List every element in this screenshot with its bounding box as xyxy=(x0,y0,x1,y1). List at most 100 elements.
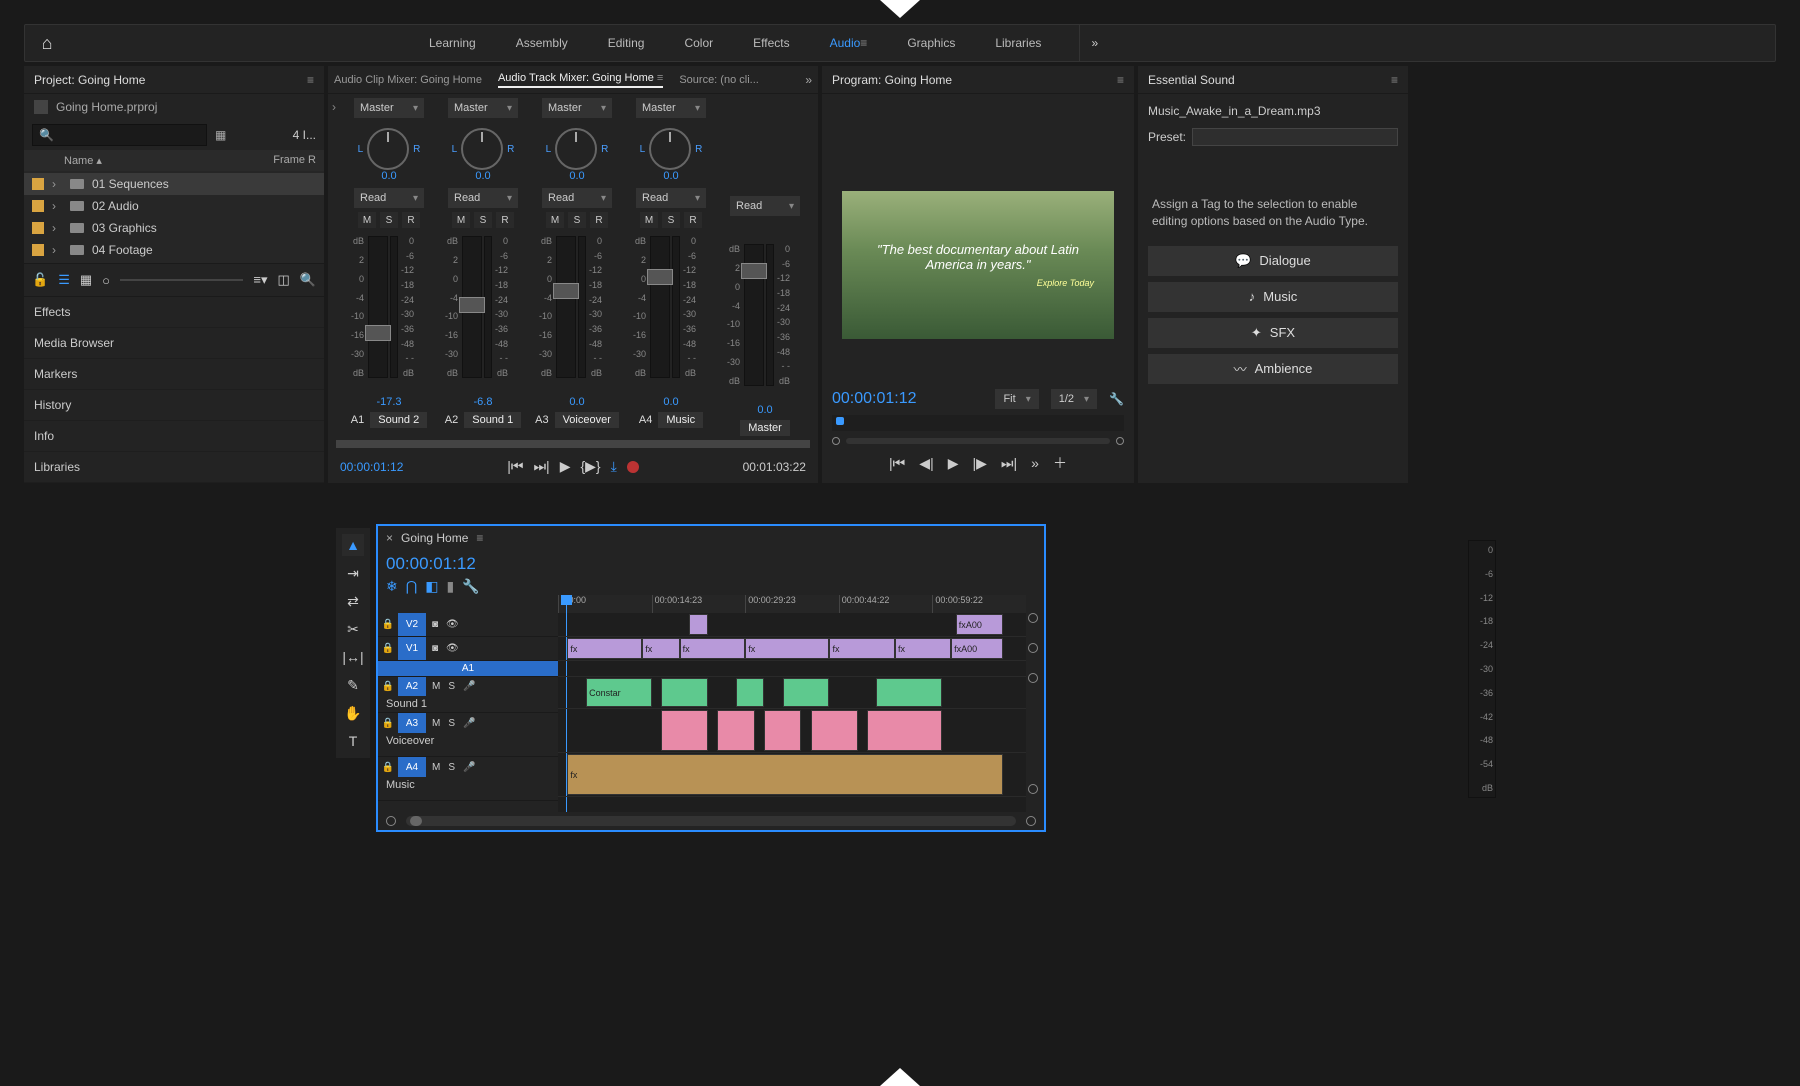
pan-knob[interactable] xyxy=(555,128,597,170)
pen-tool-icon[interactable]: ✎ xyxy=(342,674,364,696)
pan-knob[interactable] xyxy=(367,128,409,170)
bin-footage[interactable]: ›04 Footage xyxy=(24,239,324,261)
pan-value[interactable]: 0.0 xyxy=(381,170,396,182)
insert-overwrite-icon[interactable]: ◧ xyxy=(425,578,438,595)
record-button[interactable]: R xyxy=(496,212,514,228)
track-v2-patch[interactable]: V2 xyxy=(398,613,426,636)
play-icon[interactable]: ▶ xyxy=(948,455,959,472)
track-select-tool-icon[interactable]: ⇥ xyxy=(342,562,364,584)
channel-output-select[interactable]: Master xyxy=(542,98,612,118)
track-a2-patch[interactable]: A2 xyxy=(398,677,426,696)
panel-menu-icon[interactable] xyxy=(307,73,314,87)
solo-icon[interactable]: S xyxy=(448,681,455,692)
automate-icon[interactable]: ◫ xyxy=(278,272,290,288)
tag-dialogue-button[interactable]: 💬Dialogue xyxy=(1148,246,1398,276)
workspace-audio[interactable]: Audio xyxy=(810,24,888,62)
mute-button[interactable]: M xyxy=(452,212,470,228)
mute-button[interactable]: M xyxy=(546,212,564,228)
pan-value[interactable]: 0.0 xyxy=(569,170,584,182)
transport-overflow[interactable]: » xyxy=(1031,455,1039,471)
linked-selection-icon[interactable]: ⋂ xyxy=(406,578,417,595)
mark-in-icon[interactable]: |⏮ xyxy=(889,455,905,472)
clip-a2[interactable] xyxy=(661,678,708,707)
timeline-timecode[interactable]: 00:00:01:12 xyxy=(386,554,476,574)
solo-button[interactable]: S xyxy=(568,212,586,228)
mark-out-icon[interactable]: ⏭| xyxy=(1001,455,1017,472)
solo-button[interactable]: S xyxy=(662,212,680,228)
home-button[interactable]: ⌂ xyxy=(25,33,69,54)
channel-db-value[interactable]: 0.0 xyxy=(663,396,678,408)
tab-clip-mixer[interactable]: Audio Clip Mixer: Going Home xyxy=(334,74,482,86)
ruler-handle-left[interactable] xyxy=(832,437,840,445)
mixer-scrollbar[interactable] xyxy=(336,440,810,448)
program-timecode[interactable]: 00:00:01:12 xyxy=(832,390,917,408)
pan-knob[interactable] xyxy=(461,128,503,170)
panel-menu-icon[interactable] xyxy=(1117,73,1124,87)
channel-db-value[interactable]: -6.8 xyxy=(474,396,493,408)
clip-a3[interactable] xyxy=(717,710,754,751)
mute-button[interactable]: M xyxy=(640,212,658,228)
settings-icon[interactable]: 🔧 xyxy=(462,578,479,595)
voice-icon[interactable]: 🎤 xyxy=(463,681,475,692)
pan-knob[interactable] xyxy=(649,128,691,170)
preset-select[interactable] xyxy=(1192,128,1398,146)
project-column-headers[interactable]: Name ▴ Frame R xyxy=(24,150,324,171)
solo-button[interactable]: S xyxy=(474,212,492,228)
panel-libraries[interactable]: Libraries xyxy=(24,452,324,483)
clip-a4-music[interactable]: fx xyxy=(567,754,1002,795)
clip-v1[interactable]: fx xyxy=(642,638,679,659)
program-tab[interactable]: Program: Going Home xyxy=(822,66,1134,94)
volume-fader[interactable] xyxy=(650,236,670,378)
clip-v1[interactable]: fx xyxy=(567,638,642,659)
tag-sfx-button[interactable]: ✦SFX xyxy=(1148,318,1398,348)
track-lock-a2[interactable]: 🔒 xyxy=(378,681,398,692)
panel-markers[interactable]: Markers xyxy=(24,359,324,390)
track-output-icon[interactable]: ◙ xyxy=(432,619,438,630)
automation-mode-select[interactable]: Read xyxy=(636,188,706,208)
volume-fader[interactable] xyxy=(462,236,482,378)
clip-a3[interactable] xyxy=(661,710,708,751)
channel-output-select[interactable]: Master xyxy=(448,98,518,118)
volume-fader[interactable] xyxy=(744,244,764,386)
step-forward-icon[interactable]: |▶ xyxy=(972,455,986,472)
clip-a3[interactable] xyxy=(764,710,801,751)
track-visibility-icon[interactable]: 👁 xyxy=(446,643,459,654)
automation-mode-select[interactable]: Read xyxy=(542,188,612,208)
voice-icon[interactable]: 🎤 xyxy=(463,762,475,773)
clip-v1[interactable]: fx xyxy=(895,638,951,659)
type-tool-icon[interactable]: T xyxy=(342,730,364,752)
sequence-tab[interactable]: Going Home xyxy=(401,531,468,545)
track-a3-patch[interactable]: A3 xyxy=(398,713,426,733)
export-icon[interactable]: ⤓ xyxy=(611,458,617,475)
zoom-select[interactable]: Fit xyxy=(995,389,1038,409)
record-button[interactable]: R xyxy=(684,212,702,228)
panel-effects[interactable]: Effects xyxy=(24,297,324,328)
record-button[interactable]: R xyxy=(590,212,608,228)
program-scrollbar[interactable] xyxy=(846,438,1110,444)
workspace-effects[interactable]: Effects xyxy=(733,24,809,62)
clip-a2[interactable] xyxy=(876,678,942,707)
slip-tool-icon[interactable]: |↔| xyxy=(342,646,364,668)
timeline-ruler[interactable]: :00:0000:00:14:2300:00:29:2300:00:44:220… xyxy=(558,595,1026,613)
go-to-out-icon[interactable]: ⏭| xyxy=(533,458,549,475)
channel-db-value[interactable]: 0.0 xyxy=(757,404,772,416)
track-handle[interactable] xyxy=(1028,784,1038,794)
clip-v2[interactable] xyxy=(689,614,708,635)
clip-v1[interactable]: fx xyxy=(745,638,829,659)
timeline-zoom-scrollbar[interactable] xyxy=(406,816,1016,826)
panel-media-browser[interactable]: Media Browser xyxy=(24,328,324,359)
mute-button[interactable]: M xyxy=(358,212,376,228)
program-ruler[interactable] xyxy=(832,415,1124,431)
workspace-libraries[interactable]: Libraries xyxy=(975,24,1061,62)
write-lock-icon[interactable]: 🔓 xyxy=(32,272,48,288)
mute-icon[interactable]: M xyxy=(432,762,440,773)
close-sequence-icon[interactable]: × xyxy=(386,531,393,545)
track-handle[interactable] xyxy=(1028,673,1038,683)
channel-name[interactable]: Music xyxy=(658,412,703,428)
channel-name[interactable]: Voiceover xyxy=(555,412,619,428)
pan-value[interactable]: 0.0 xyxy=(475,170,490,182)
channel-name[interactable]: Sound 2 xyxy=(370,412,427,428)
list-view-icon[interactable]: ☰ xyxy=(58,272,70,288)
selection-tool-icon[interactable]: ▲ xyxy=(342,534,364,556)
marker-icon[interactable]: ▮ xyxy=(446,578,454,595)
